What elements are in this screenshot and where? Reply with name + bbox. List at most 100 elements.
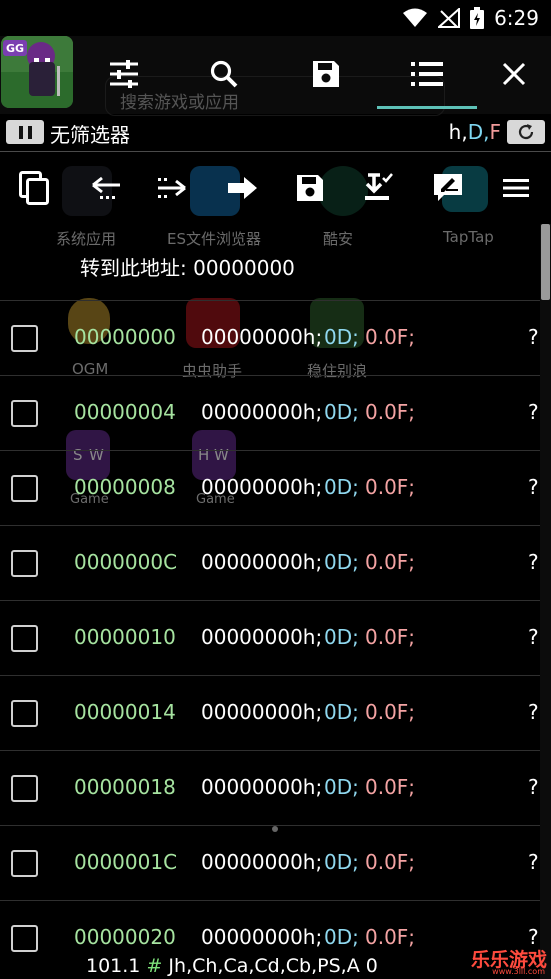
row-tail: ?: [528, 625, 539, 649]
row-float-value: 0.0F;: [365, 925, 416, 949]
row-checkbox[interactable]: [11, 550, 38, 577]
pause-icon-bar: [27, 125, 32, 139]
row-float-value: 0.0F;: [365, 400, 416, 424]
filter-label[interactable]: 无筛选器: [50, 119, 130, 148]
pause-icon-bar: [18, 125, 23, 139]
table-row[interactable]: 00000008 00000000h; 0D; 0.0F; ?: [0, 450, 540, 525]
row-tail: ?: [528, 550, 539, 574]
row-float-value: 0.0F;: [365, 550, 416, 574]
goto-address-label: 转到此地址: 00000000: [80, 256, 295, 280]
row-tail: ?: [528, 475, 539, 499]
list-icon[interactable]: [407, 54, 447, 94]
table-row[interactable]: 00000018 00000000h; 0D; 0.0F; ?: [0, 750, 540, 825]
app-logo[interactable]: GG: [1, 36, 73, 108]
row-dword-value: 0D;: [324, 625, 359, 649]
row-dword-value: 0D;: [324, 925, 359, 949]
watermark-url: www.3lll.com: [492, 967, 545, 976]
row-dword-value: 0D;: [324, 775, 359, 799]
status-bar: 6:29: [0, 0, 551, 36]
hash-symbol: #: [146, 955, 163, 977]
scroll-thumb[interactable]: [541, 224, 550, 300]
goto-address-row[interactable]: 转到此地址: 00000000: [0, 226, 551, 300]
row-dword-value: 0D;: [324, 325, 359, 349]
goto-back-icon[interactable]: [86, 168, 126, 208]
row-float-value: 0.0F;: [365, 325, 416, 349]
close-icon[interactable]: [494, 54, 534, 94]
save-icon[interactable]: [306, 54, 346, 94]
table-row[interactable]: 00000020 00000000h; 0D; 0.0F; ?: [0, 900, 540, 955]
row-dword-value: 0D;: [324, 850, 359, 874]
bottom-status: 101.1 # Jh,Ch,Ca,Cd,Cb,PS,A 0: [86, 955, 378, 977]
row-hex-value: 00000000h;: [201, 925, 323, 949]
row-hex-value: 00000000h;: [201, 400, 323, 424]
row-hex-value: 00000000h;: [201, 700, 323, 724]
row-address: 00000020: [74, 925, 176, 949]
row-float-value: 0.0F;: [365, 775, 416, 799]
table-row[interactable]: 00000004 00000000h; 0D; 0.0F; ?: [0, 375, 540, 450]
type-flags[interactable]: h,D,F: [449, 120, 501, 144]
wifi-icon: [402, 8, 428, 28]
row-hex-value: 00000000h;: [201, 475, 323, 499]
row-tail: ?: [528, 400, 539, 424]
row-address: 00000000: [74, 325, 176, 349]
table-row[interactable]: 00000000 00000000h; 0D; 0.0F; ?: [0, 300, 540, 375]
goto-forward-icon[interactable]: [152, 168, 192, 208]
row-checkbox[interactable]: [11, 700, 38, 727]
settings-sliders-icon[interactable]: [104, 54, 144, 94]
clock: 6:29: [494, 6, 539, 30]
goto-arrow-icon[interactable]: [222, 168, 262, 208]
row-float-value: 0.0F;: [365, 475, 416, 499]
row-address: 00000008: [74, 475, 176, 499]
registers-text: Jh,Ch,Ca,Cd,Cb,PS,A 0: [168, 955, 378, 977]
flag-float: F: [489, 120, 501, 144]
save-list-icon[interactable]: [290, 168, 330, 208]
pause-button[interactable]: [6, 120, 44, 144]
version-text: 101.1: [86, 955, 141, 977]
row-address: 00000014: [74, 700, 176, 724]
row-tail: ?: [528, 700, 539, 724]
table-row[interactable]: 0000001C 00000000h; 0D; 0.0F; ?: [0, 825, 540, 900]
row-hex-value: 00000000h;: [201, 850, 323, 874]
row-tail: ?: [528, 325, 539, 349]
scroll-dot: [272, 826, 278, 832]
row-address: 00000018: [74, 775, 176, 799]
copy-icon[interactable]: [14, 168, 54, 208]
row-address: 00000004: [74, 400, 176, 424]
row-address: 00000010: [74, 625, 176, 649]
refresh-icon[interactable]: [507, 120, 545, 144]
row-float-value: 0.0F;: [365, 700, 416, 724]
download-icon[interactable]: [358, 168, 398, 208]
flag-hex: h,: [448, 120, 468, 144]
row-hex-value: 00000000h;: [201, 325, 323, 349]
svg-text:GG: GG: [6, 42, 24, 55]
table-row[interactable]: 00000010 00000000h; 0D; 0.0F; ?: [0, 600, 540, 675]
top-toolbar: GG 搜索游戏或应用: [0, 36, 551, 116]
row-float-value: 0.0F;: [365, 625, 416, 649]
row-checkbox[interactable]: [11, 925, 38, 952]
flag-dword: D,: [467, 120, 490, 144]
table-row[interactable]: 00000014 00000000h; 0D; 0.0F; ?: [0, 675, 540, 750]
row-hex-value: 00000000h;: [201, 625, 323, 649]
row-tail: ?: [528, 775, 539, 799]
row-checkbox[interactable]: [11, 475, 38, 502]
active-tab-indicator: [377, 106, 477, 109]
row-address: 0000001C: [74, 850, 178, 874]
battery-icon: [470, 7, 485, 29]
row-checkbox[interactable]: [11, 325, 38, 352]
row-checkbox[interactable]: [11, 625, 38, 652]
row-hex-value: 00000000h;: [201, 550, 323, 574]
row-address: 0000000C: [74, 550, 178, 574]
edit-icon[interactable]: [428, 168, 468, 208]
menu-icon[interactable]: [496, 168, 536, 208]
row-dword-value: 0D;: [324, 400, 359, 424]
row-checkbox[interactable]: [11, 400, 38, 427]
row-dword-value: 0D;: [324, 700, 359, 724]
row-dword-value: 0D;: [324, 475, 359, 499]
search-icon[interactable]: [204, 54, 244, 94]
row-checkbox[interactable]: [11, 850, 38, 877]
filter-row: 无筛选器 h,D,F: [0, 114, 551, 150]
row-checkbox[interactable]: [11, 775, 38, 802]
row-float-value: 0.0F;: [365, 850, 416, 874]
table-row[interactable]: 0000000C 00000000h; 0D; 0.0F; ?: [0, 525, 540, 600]
scrollbar[interactable]: [540, 224, 551, 979]
